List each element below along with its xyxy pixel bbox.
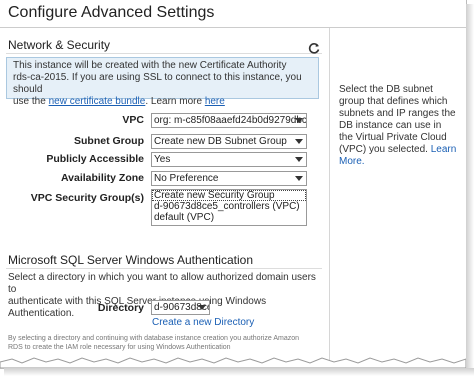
torn-edge [0,357,466,368]
auth-divider [6,268,322,269]
certificate-bundle-link[interactable]: new certificate bundle [49,96,146,107]
subnet-group-select[interactable]: Create new DB Subnet Group [151,134,307,149]
info-line-3-mid: . Learn more [145,96,203,107]
create-directory-link[interactable]: Create a new Directory [152,317,254,328]
subnet-group-label: Subnet Group [74,135,144,147]
info-line-3: use the new certificate bundle. Learn mo… [13,96,318,108]
availability-zone-select[interactable]: No Preference [151,171,307,186]
availability-zone-value: No Preference [154,173,219,184]
info-line-1: This instance will be created with the n… [13,60,287,71]
refresh-icon[interactable] [307,41,321,55]
security-group-option[interactable]: d-90673d8ce5_controllers (VPC) [152,201,306,212]
certificate-info-box: This instance will be created with the n… [6,57,319,107]
chevron-down-icon [198,305,206,310]
vpc-value: org: m-c85f08aaefd24b0d9279dbce [154,115,307,126]
vpc-select[interactable]: org: m-c85f08aaefd24b0d9279dbce [151,113,307,128]
panel-shadow-bottom [4,368,474,376]
publicly-accessible-select[interactable]: Yes [151,152,307,167]
info-line-3-start: use the [13,96,46,107]
security-groups-label: VPC Security Group(s) [30,192,144,204]
learn-more-here-link[interactable]: here [205,96,225,107]
windows-auth-heading: Microsoft SQL Server Windows Authenticat… [8,253,253,267]
availability-zone-label: Availability Zone [60,172,144,184]
security-group-option[interactable]: default (VPC) [152,212,306,223]
help-text: Select the DB subnet group that defines … [339,84,457,168]
help-column [329,28,466,368]
directory-label: Directory [97,302,144,314]
security-groups-listbox[interactable]: Create new Security Group d-90673d8ce5_c… [151,189,307,226]
chevron-down-icon [295,176,303,181]
security-group-option[interactable]: Create new Security Group [152,190,306,201]
chevron-down-icon [295,157,303,162]
authorization-note-line-1: By selecting a directory and continuing … [8,335,300,342]
panel-shadow-right [466,4,474,376]
settings-panel: Configure Advanced Settings Select the D… [0,0,467,369]
info-line-2: rds-ca-2015. If you are using SSL to con… [13,72,302,95]
network-divider [6,53,322,54]
authorization-note: By selecting a directory and continuing … [8,334,328,352]
publicly-accessible-label: Publicly Accessible [46,153,144,165]
chevron-down-icon [295,118,303,123]
directory-select[interactable]: d-90673d8ce5 [151,300,210,315]
subnet-group-value: Create new DB Subnet Group [154,136,287,147]
chevron-down-icon [295,139,303,144]
network-security-heading: Network & Security [8,38,111,52]
auth-desc-line-1: Select a directory in which you want to … [8,272,316,295]
authorization-note-line-2: RDS to create the IAM role necessary for… [8,344,231,351]
page-title: Configure Advanced Settings [8,4,215,21]
vpc-label: VPC [122,114,144,126]
publicly-accessible-value: Yes [154,154,171,165]
